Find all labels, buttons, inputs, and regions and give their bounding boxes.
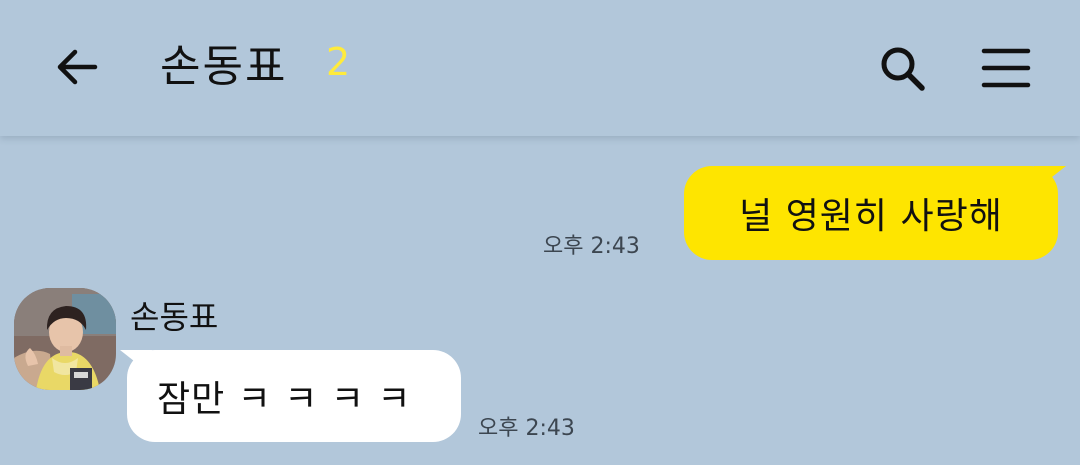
search-button[interactable] <box>872 38 932 98</box>
arrow-left-icon <box>57 49 98 85</box>
chat-header: 손동표 2 <box>0 0 1080 136</box>
hamburger-menu-icon <box>981 48 1031 88</box>
menu-button[interactable] <box>976 38 1036 98</box>
profile-photo <box>14 288 116 390</box>
member-count: 2 <box>326 40 351 84</box>
message-time: 오후 2:43 <box>543 234 640 259</box>
outgoing-message-bubble[interactable]: 널 영원히 사랑해 <box>684 166 1058 260</box>
search-icon <box>881 47 925 91</box>
message-time: 오후 2:43 <box>478 416 575 441</box>
back-button[interactable] <box>48 38 106 96</box>
message-list: 널 영원히 사랑해 오후 2:43 손동표 잠만 ㅋ ㅋ ㅋ ㅋ 오후 2:43 <box>0 136 1080 465</box>
avatar[interactable] <box>14 288 116 390</box>
incoming-message-bubble[interactable]: 잠만 ㅋ ㅋ ㅋ ㅋ <box>127 350 461 442</box>
chat-title: 손동표 <box>160 41 288 92</box>
sender-name: 손동표 <box>130 298 219 336</box>
